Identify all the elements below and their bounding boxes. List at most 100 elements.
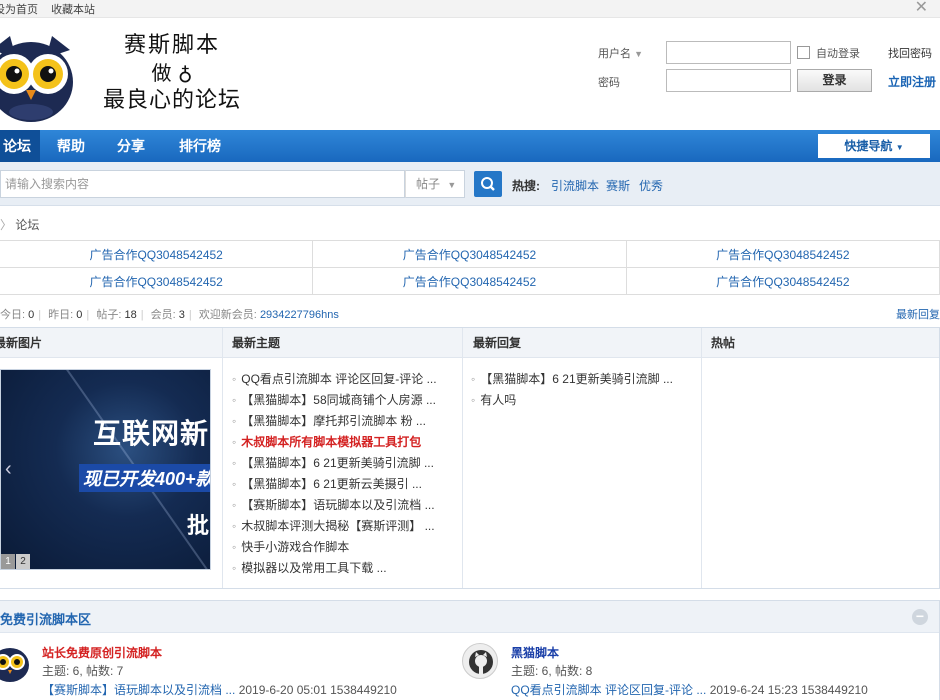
list-item[interactable]: 模拟器以及常用工具下载 ...	[232, 558, 452, 579]
list-item[interactable]: QQ看点引流脚本 评论区回复-评论 ...	[232, 369, 452, 390]
hot-search-link[interactable]: 赛斯	[606, 177, 630, 194]
find-password-link[interactable]: 找回密码	[888, 45, 932, 61]
new-member-link[interactable]: 2934227796hns	[260, 309, 339, 321]
list-item[interactable]: 【黑猫脚本】摩托邦引流脚本 粉 ...	[232, 411, 452, 432]
owl-logo-icon[interactable]	[0, 28, 76, 124]
logo-text: 赛斯脚本 做 ♁ 最良心的论坛	[92, 32, 252, 116]
hot-search-link[interactable]: 优秀	[639, 177, 663, 194]
divider	[462, 328, 463, 588]
username-input[interactable]	[666, 41, 791, 64]
caret-down-icon: ▼	[895, 143, 904, 152]
search-bar: 请输入搜索内容 帖子 ▼ 热搜: 引流脚本 赛斯 优秀	[0, 162, 940, 206]
password-label: 密码	[598, 77, 620, 89]
last-post-user[interactable]: 1538449210	[801, 683, 868, 697]
chevron-down-icon: ▼	[634, 49, 643, 59]
ad-link[interactable]: 广告合作QQ3048542452	[312, 267, 627, 295]
image-slider[interactable]: 互联网新 现已开发400+款 批 ‹ 12	[0, 369, 211, 570]
latest-reply-link[interactable]: 最新回复	[896, 306, 940, 322]
nav-item-forum[interactable]: 论坛	[0, 130, 40, 162]
username-label[interactable]: 用户名 ▼	[598, 45, 643, 61]
latest-box-header: 最新图片 最新主题 最新回复 热帖	[0, 328, 939, 358]
slider-dot[interactable]: 2	[16, 554, 30, 569]
slider-pager: 12	[1, 553, 31, 569]
top-bar: 设为首页 收藏本站 ✕	[0, 0, 940, 18]
quick-nav-button[interactable]: 快捷导航 ▼	[818, 134, 930, 158]
chevron-left-icon[interactable]: ‹	[5, 458, 12, 481]
bookmark-link[interactable]: 收藏本站	[51, 4, 95, 16]
auto-login-checkbox[interactable]	[797, 46, 810, 59]
stat-posts-label: 帖子:	[96, 309, 122, 321]
collapse-icon[interactable]: −	[912, 609, 928, 625]
list-item[interactable]: 【黑猫脚本】6 21更新美骑引流脚 ...	[232, 453, 452, 474]
auto-login-label[interactable]: 自动登录	[816, 45, 860, 61]
ad-table: 广告合作QQ3048542452 广告合作QQ3048542452 广告合作QQ…	[0, 240, 940, 295]
list-item[interactable]: 【赛斯脚本】语玩脚本以及引流档 ...	[232, 495, 452, 516]
last-post-link[interactable]: QQ看点引流脚本 评论区回复-评论 ...	[511, 683, 706, 697]
breadcrumb: 〉 论坛	[0, 216, 39, 233]
stat-welcome-label: 欢迎新会员:	[198, 309, 257, 321]
forum-last-post: QQ看点引流脚本 评论区回复-评论 ... 2019-6-24 15:23 15…	[511, 681, 868, 698]
nav-item-share[interactable]: 分享	[106, 130, 156, 162]
nav-item-help[interactable]: 帮助	[46, 130, 96, 162]
hot-search-label: 热搜:	[512, 179, 540, 193]
last-post-time: 2019-6-24 15:23	[709, 683, 798, 697]
lightbulb-icon: ♁	[177, 61, 193, 85]
col-title-hot: 热帖	[711, 336, 736, 350]
main-nav: 论坛 帮助 分享 排行榜 快捷导航 ▼	[0, 130, 940, 162]
breadcrumb-current[interactable]: 论坛	[15, 218, 39, 232]
list-item[interactable]: 木叔脚本评测大揭秘【赛斯评测】 ...	[232, 516, 452, 537]
register-link[interactable]: 立即注册	[888, 73, 936, 90]
section-title[interactable]: 免费引流脚本区	[0, 609, 91, 628]
latest-topics-list: QQ看点引流脚本 评论区回复-评论 ... 【黑猫脚本】58同城商铺个人房源 .…	[232, 369, 452, 579]
close-icon[interactable]: ✕	[915, 0, 928, 17]
set-home-link[interactable]: 设为首页	[0, 4, 38, 16]
stat-today-label: 今日:	[0, 309, 26, 321]
login-button[interactable]: 登录	[797, 69, 872, 92]
logo-line-2: 做 ♁	[151, 61, 193, 85]
section-header: 免费引流脚本区 −	[0, 601, 939, 633]
list-item[interactable]: 【黑猫脚本】58同城商铺个人房源 ...	[232, 390, 452, 411]
stat-yesterday: 0	[76, 309, 83, 321]
list-item[interactable]: 快手小游戏合作脚本	[232, 537, 452, 558]
chevron-down-icon: ▼	[447, 180, 457, 190]
nav-item-ranking[interactable]: 排行榜	[170, 130, 230, 162]
forum-name-link[interactable]: 站长免费原创引流脚本	[42, 644, 162, 661]
breadcrumb-separator-icon: 〉	[0, 218, 13, 232]
ad-link[interactable]: 广告合作QQ3048542452	[625, 240, 940, 268]
slide-text: 批	[187, 513, 210, 538]
forum-name-link[interactable]: 黑猫脚本	[511, 644, 559, 661]
latest-box: 最新图片 最新主题 最新回复 热帖 互联网新 现已开发400+款 批 ‹ 12 …	[0, 327, 940, 589]
stat-yesterday-label: 昨日:	[48, 309, 74, 321]
search-button[interactable]	[474, 171, 502, 197]
list-item[interactable]: 有人吗	[471, 390, 691, 411]
login-form: 用户名 ▼ 自动登录 找回密码 密码 登录 立即注册	[598, 40, 940, 100]
last-post-time: 2019-6-20 05:01	[238, 683, 327, 697]
ad-link[interactable]: 广告合作QQ3048542452	[625, 267, 940, 295]
ad-link[interactable]: 广告合作QQ3048542452	[0, 240, 314, 268]
last-post-user[interactable]: 1538449210	[330, 683, 397, 697]
stat-today: 0	[28, 309, 35, 321]
divider	[701, 328, 702, 588]
last-post-link[interactable]: 【赛斯脚本】语玩脚本以及引流档 ...	[42, 683, 235, 697]
ad-link[interactable]: 广告合作QQ3048542452	[0, 267, 314, 295]
list-item[interactable]: 【黑猫脚本】6 21更新美骑引流脚 ...	[471, 369, 691, 390]
ad-link[interactable]: 广告合作QQ3048542452	[312, 240, 627, 268]
owl-forum-icon[interactable]	[0, 643, 30, 683]
slide-text: 互联网新	[93, 418, 210, 449]
stat-members: 3	[178, 309, 185, 321]
hot-search-link[interactable]: 引流脚本	[551, 177, 599, 194]
search-icon	[481, 177, 495, 191]
list-item[interactable]: 木叔脚本所有脚本模拟器工具打包	[232, 432, 452, 453]
password-input[interactable]	[666, 69, 791, 92]
github-icon[interactable]	[462, 643, 498, 679]
col-title-images: 最新图片	[0, 336, 43, 350]
slider-dot[interactable]: 1	[1, 554, 15, 569]
list-item[interactable]: 【黑猫脚本】6 21更新云美摄引 ...	[232, 474, 452, 495]
divider	[222, 328, 223, 588]
col-title-topics: 最新主题	[232, 336, 281, 350]
latest-replies-list: 【黑猫脚本】6 21更新美骑引流脚 ... 有人吗	[471, 369, 691, 411]
logo-line-3: 最良心的论坛	[102, 88, 241, 113]
search-input[interactable]: 请输入搜索内容	[0, 170, 405, 198]
forum-stat: 主题: 6, 帖数: 7	[42, 664, 124, 678]
search-type-select[interactable]: 帖子 ▼	[405, 170, 465, 198]
